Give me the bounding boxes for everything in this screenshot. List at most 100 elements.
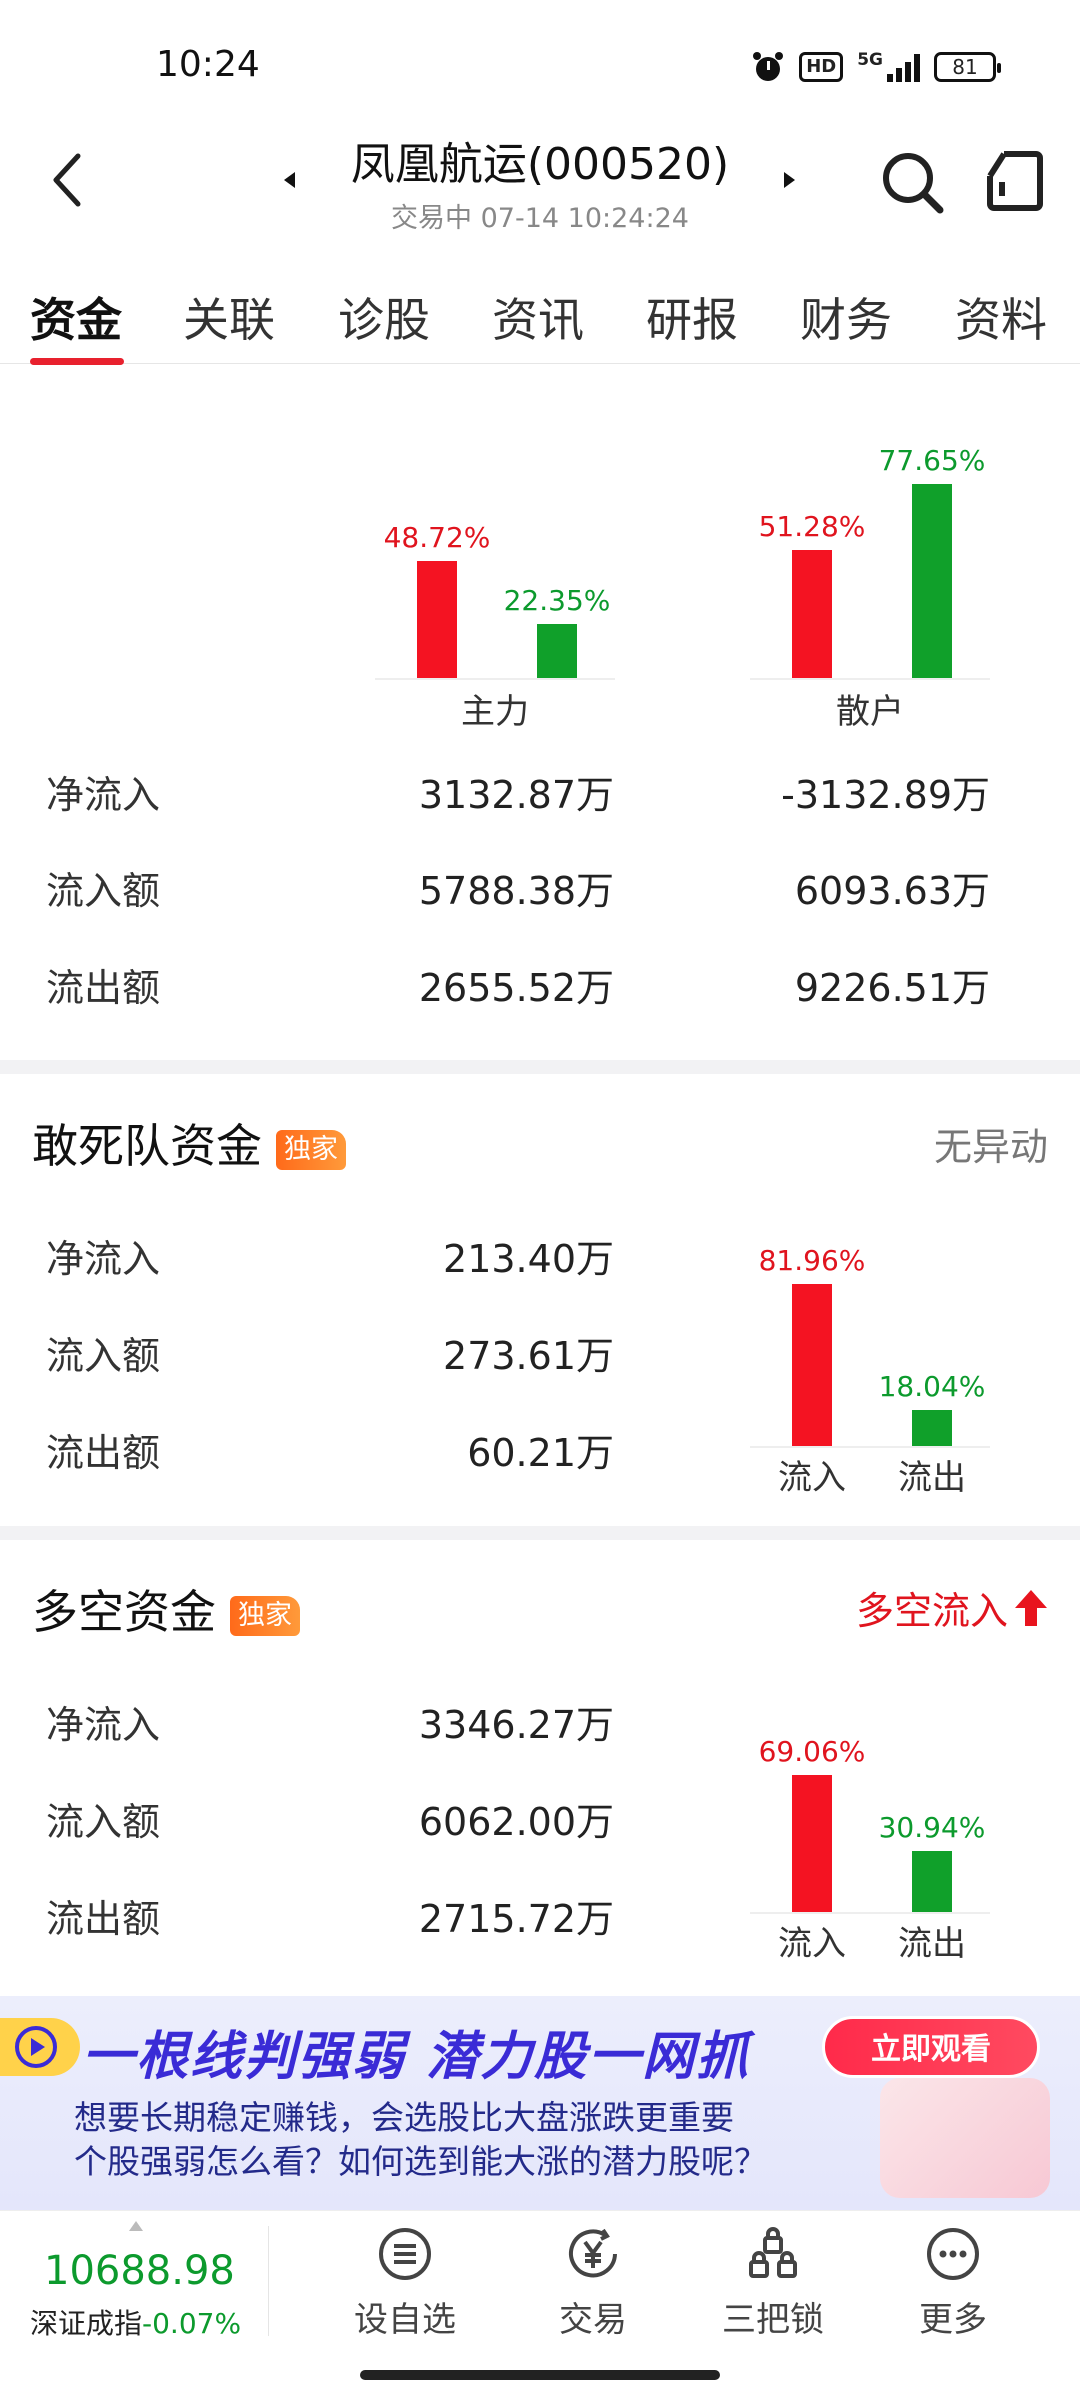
tab-research[interactable]: 研报	[646, 284, 738, 350]
play-icon	[15, 2026, 57, 2068]
more-icon	[927, 2228, 979, 2280]
banner-description: 想要长期稳定赚钱，会选股比大盘涨跌更重要 个股强弱怎么看？如何选到能大涨的潜力股…	[74, 2096, 767, 2184]
dare-outflow-label: 流出	[898, 1458, 966, 1498]
exclusive-badge: 独家	[230, 1595, 300, 1636]
nav-watchlist-label: 设自选	[354, 2300, 456, 2340]
next-stock-icon[interactable]	[784, 172, 795, 188]
tab-profile[interactable]: 资料	[955, 284, 1047, 350]
main-inflow-bar	[417, 561, 457, 678]
network-label: 5G	[857, 50, 883, 70]
section-divider	[0, 1060, 1080, 1074]
ls-net-inflow-label: 净流入	[46, 1703, 161, 1747]
main-outflow-pct: 22.35%	[503, 584, 611, 617]
long-short-status: 多空流入	[856, 1580, 1048, 1635]
dare-inflow-label: 流入额	[46, 1334, 161, 1378]
nav-divider	[268, 2226, 269, 2336]
trade-status: 交易中 07-14 10:24:24	[391, 203, 689, 234]
status-time: 10:24	[156, 44, 260, 85]
long-short-status-text: 多空流入	[855, 1589, 1008, 1633]
index-info[interactable]: 深证成指-0.07%	[30, 2302, 241, 2342]
banner-desc-line2: 个股强弱怎么看？如何选到能大涨的潜力股呢？	[74, 2142, 767, 2181]
dare-baseline	[750, 1446, 990, 1448]
dare-fund-status: 无异动	[933, 1125, 1048, 1169]
stock-header: 凤凰航运(000520) 交易中 07-14 10:24:24	[260, 128, 820, 235]
index-value[interactable]: 10688.98	[44, 2248, 235, 2294]
ls-inflow-bar	[792, 1775, 832, 1912]
dare-inflow-bar	[792, 1284, 832, 1446]
promo-banner[interactable]: 一根线判强弱 潜力股一网抓 立即观看 想要长期稳定赚钱，会选股比大盘涨跌更重要 …	[0, 1996, 1080, 2210]
dare-fund-title-text: 敢死队资金	[32, 1119, 262, 1173]
banner-title: 一根线判强弱 潜力股一网抓	[82, 2027, 751, 2087]
hd-icon: HD	[799, 52, 844, 82]
nav-more-label: 更多	[919, 2300, 987, 2340]
ls-outflow-bar	[912, 1851, 952, 1912]
net-inflow-label: 净流入	[46, 773, 161, 817]
watch-now-button[interactable]: 立即观看	[822, 2016, 1040, 2078]
dare-fund-title: 敢死队资金 独家	[32, 1110, 346, 1176]
retail-inflow-bar	[792, 550, 832, 678]
outflow-label: 流出额	[46, 966, 161, 1010]
dare-inflow-pct: 81.96%	[758, 1244, 866, 1277]
main-group-label: 主力	[461, 692, 529, 732]
expand-up-icon[interactable]	[128, 2220, 144, 2232]
banner-illustration	[880, 2078, 1050, 2198]
status-icons: HD 5G 81	[751, 50, 1001, 84]
ls-inflow-pct: 69.06%	[758, 1735, 866, 1768]
retail-net-inflow: -3132.89万	[781, 773, 990, 817]
index-name: 深证成指	[30, 2307, 143, 2340]
tab-finance[interactable]: 财务	[800, 284, 892, 350]
list-icon	[379, 2228, 431, 2280]
nav-more[interactable]: 更多	[878, 2226, 1028, 2341]
share-icon[interactable]	[984, 150, 1044, 212]
retail-baseline	[750, 678, 990, 680]
nav-three-locks-label: 三把锁	[722, 2300, 824, 2340]
tab-bar: 资金 关联 诊股 资讯 研报 财务 资料	[0, 272, 1080, 365]
tab-fund[interactable]: 资金	[30, 284, 122, 350]
battery-icon: 81	[934, 52, 1001, 82]
main-baseline	[375, 678, 615, 680]
nav-trade[interactable]: 交易	[518, 2226, 668, 2341]
section-divider	[0, 1526, 1080, 1540]
retail-group-label: 散户	[836, 692, 904, 732]
ls-inflow: 6062.00万	[418, 1800, 614, 1844]
nav-watchlist[interactable]: 设自选	[330, 2226, 480, 2341]
dare-inflow: 273.61万	[443, 1334, 614, 1378]
long-short-title: 多空资金 独家	[32, 1576, 300, 1642]
dare-inflow-label: 流入	[778, 1458, 846, 1498]
ls-outflow-pct: 30.94%	[878, 1811, 986, 1844]
tab-news[interactable]: 资讯	[492, 284, 584, 350]
locks-icon	[749, 2227, 797, 2278]
dare-net-inflow-label: 净流入	[46, 1237, 161, 1281]
play-badge	[0, 2018, 80, 2076]
dare-outflow: 60.21万	[467, 1431, 614, 1475]
yen-icon	[569, 2228, 617, 2278]
ls-inflow-label: 流入额	[46, 1800, 161, 1844]
home-indicator	[360, 2370, 720, 2380]
status-bar: 10:24 HD 5G 81	[0, 0, 1080, 130]
main-outflow: 2655.52万	[418, 966, 614, 1010]
arrow-up-icon	[1015, 1589, 1047, 1626]
tab-related[interactable]: 关联	[183, 284, 275, 350]
dare-outflow-pct: 18.04%	[878, 1370, 986, 1403]
dare-outflow-label: 流出额	[46, 1431, 161, 1475]
banner-desc-line1: 想要长期稳定赚钱，会选股比大盘涨跌更重要	[74, 2098, 734, 2137]
index-change: -0.07%	[142, 2307, 242, 2340]
ls-outflow-label: 流出	[898, 1924, 966, 1964]
retail-inflow-pct: 51.28%	[758, 510, 866, 543]
main-inflow-pct: 48.72%	[383, 521, 491, 554]
tab-diagnosis[interactable]: 诊股	[338, 284, 430, 350]
main-net-inflow: 3132.87万	[418, 773, 614, 817]
nav-three-locks[interactable]: 三把锁	[698, 2226, 848, 2341]
retail-outflow-pct: 77.65%	[878, 444, 986, 477]
retail-outflow: 9226.51万	[794, 966, 990, 1010]
retail-inflow: 6093.63万	[794, 869, 990, 913]
page-title: 凤凰航运(000520)	[350, 139, 730, 190]
search-icon[interactable]	[880, 150, 946, 216]
ls-baseline	[750, 1912, 990, 1914]
back-icon[interactable]	[48, 150, 88, 210]
ls-net-inflow: 3346.27万	[418, 1703, 614, 1747]
active-tab-indicator	[30, 358, 124, 365]
inflow-label: 流入额	[46, 869, 161, 913]
long-short-title-text: 多空资金	[32, 1585, 216, 1639]
alarm-icon	[753, 52, 784, 81]
